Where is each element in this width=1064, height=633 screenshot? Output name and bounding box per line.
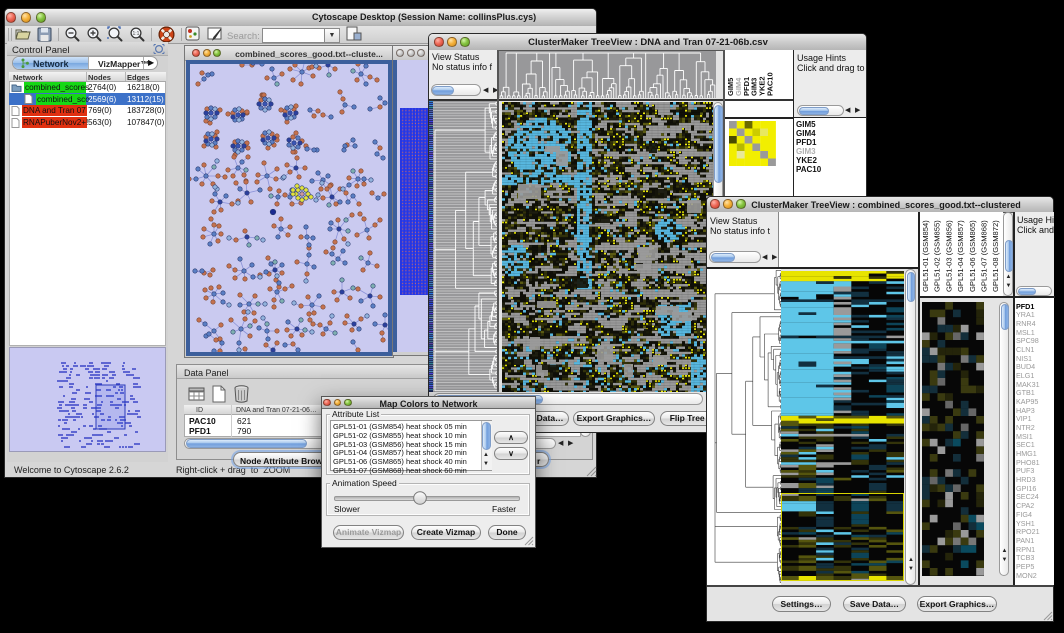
svg-text:GPL51-08 (GSM872): GPL51-08 (GSM872)	[991, 220, 1000, 292]
svg-text:GPL51-01 (GSM854): GPL51-01 (GSM854)	[921, 220, 930, 292]
svg-text:GPL51-03 (GSM856): GPL51-03 (GSM856)	[944, 220, 953, 292]
svg-text:GPL51-07 (GSM868): GPL51-07 (GSM868)	[979, 220, 988, 292]
svg-text:GPL51-06 (GSM865): GPL51-06 (GSM865)	[967, 220, 976, 292]
svg-text:GPL51-02 (GSM855): GPL51-02 (GSM855)	[932, 220, 941, 292]
svg-text:1:1: 1:1	[133, 31, 140, 37]
svg-text:PAC10: PAC10	[766, 72, 775, 96]
svg-text:GPL51-04 (GSM857): GPL51-04 (GSM857)	[956, 220, 965, 292]
